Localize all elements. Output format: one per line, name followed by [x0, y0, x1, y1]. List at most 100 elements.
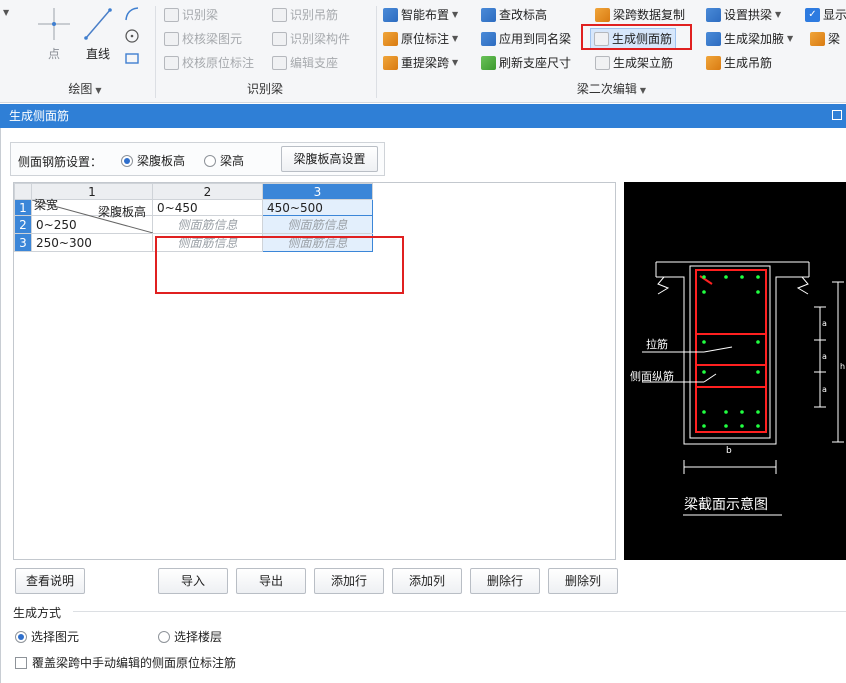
- row-header-3[interactable]: 3: [14, 233, 32, 252]
- set-arch-beam-icon: [706, 7, 721, 22]
- generate-hanger-button[interactable]: 生成吊筋: [706, 54, 772, 71]
- show-checkbox[interactable]: 显示: [805, 6, 846, 23]
- identify-beam-member-button[interactable]: 识别梁构件: [272, 30, 350, 47]
- dimension-a-label: a: [822, 352, 827, 361]
- radio-selected-icon: [15, 631, 27, 643]
- checkbox-unchecked-icon: [15, 657, 27, 669]
- column-header-row: 1 2 3: [14, 183, 373, 200]
- generate-haunch-button[interactable]: 生成梁加腋 ▼: [706, 30, 793, 47]
- add-column-button[interactable]: 添加列: [392, 568, 462, 594]
- point-label: 点: [47, 47, 60, 61]
- point-tool[interactable]: 点: [34, 6, 74, 66]
- chevron-down-icon: ▼: [787, 34, 794, 43]
- generate-haunch-icon: [706, 31, 721, 46]
- identify-group-label: 识别梁: [246, 82, 283, 96]
- line-tool[interactable]: 直线: [78, 6, 118, 66]
- smart-layout-icon: [383, 7, 398, 22]
- identify-hanger-button[interactable]: 识别吊筋: [272, 6, 338, 23]
- apply-same-name-icon: [481, 31, 496, 46]
- select-floor-radio[interactable]: 选择楼层: [158, 628, 222, 645]
- range-header-cell[interactable]: 0~450: [152, 199, 263, 216]
- beam-width-header-label: 梁宽: [34, 198, 59, 212]
- generate-side-rebar-highlight: [581, 24, 692, 50]
- generate-erection-rebar-icon: [595, 55, 610, 70]
- web-height-radio[interactable]: 梁腹板高: [121, 152, 185, 169]
- rectangle-icon[interactable]: [124, 50, 140, 66]
- beam-extra-button[interactable]: 梁: [810, 30, 840, 47]
- beam-extra-icon: [810, 31, 825, 46]
- ribbon-collapse-caret[interactable]: ▼: [3, 8, 9, 17]
- chevron-down-icon: ▼: [775, 10, 782, 19]
- apply-same-name-button[interactable]: 应用到同名梁: [481, 30, 571, 47]
- web-height-header-label: 梁腹板高: [97, 205, 146, 219]
- dimension-h-label: h: [840, 362, 846, 371]
- check-beam-element-button[interactable]: 校核梁图元: [164, 30, 242, 47]
- row-header-2[interactable]: 2: [14, 215, 32, 234]
- identify-hanger-icon: [272, 7, 287, 22]
- dialog-title: 生成侧面筋: [9, 109, 70, 123]
- chevron-down-icon: ▼: [452, 10, 459, 19]
- refresh-support-size-button[interactable]: 刷新支座尺寸: [481, 54, 571, 71]
- diagram-caption: 梁截面示意图: [684, 497, 768, 513]
- import-button[interactable]: 导入: [158, 568, 228, 594]
- identify-beam-group: 识别梁 识别吊筋 校核梁图元 识别梁构件 校核原位标注 编辑支座 识别梁: [156, 0, 374, 103]
- delete-row-button[interactable]: 删除行: [470, 568, 540, 594]
- web-height-settings-button[interactable]: 梁腹板高设置: [281, 146, 378, 172]
- edit-support-button[interactable]: 编辑支座: [272, 54, 338, 71]
- column-header-2[interactable]: 2: [152, 183, 263, 200]
- side-rebar-info-cell[interactable]: 侧面筋信息: [262, 215, 373, 234]
- check-original-annotation-button[interactable]: 校核原位标注: [164, 54, 254, 71]
- set-arch-beam-button[interactable]: 设置拱梁 ▼: [706, 6, 781, 23]
- dimension-a-label: a: [822, 385, 827, 394]
- minimize-icon[interactable]: [832, 110, 842, 120]
- settings-label: 侧面钢筋设置：: [18, 155, 103, 169]
- original-annotation-button[interactable]: 原位标注 ▼: [383, 30, 458, 47]
- view-help-button[interactable]: 查看说明: [15, 568, 85, 594]
- delete-column-button[interactable]: 删除列: [548, 568, 618, 594]
- span-data-copy-button[interactable]: 梁跨数据复制: [595, 6, 685, 23]
- radio-selected-icon: [121, 155, 133, 167]
- export-button[interactable]: 导出: [236, 568, 306, 594]
- add-row-button[interactable]: 添加行: [314, 568, 384, 594]
- chevron-down-icon: ▼: [452, 34, 459, 43]
- diagonal-header-cell[interactable]: 梁腹板高 梁宽: [31, 198, 153, 233]
- line-label: 直线: [85, 47, 110, 61]
- re-extract-span-icon: [383, 55, 398, 70]
- ribbon-toolbar: ▼ 点 直线 绘图 ▼ 识别梁 识别吊筋 校核梁图元 识别梁构件 校核原位标注 …: [0, 0, 846, 103]
- generation-mode-divider: [73, 611, 846, 612]
- side-longitudinal-bar-label: 侧面纵筋: [630, 370, 674, 383]
- range-header-cell[interactable]: 450~500: [262, 199, 373, 216]
- identify-beam-button[interactable]: 识别梁: [164, 6, 218, 23]
- point-icon: [38, 8, 70, 40]
- draw-group-label[interactable]: 绘图 ▼: [20, 80, 150, 97]
- re-extract-span-button[interactable]: 重提梁跨 ▼: [383, 54, 458, 71]
- corner-cell: [14, 183, 32, 200]
- smart-layout-button[interactable]: 智能布置 ▼: [383, 6, 458, 23]
- row-header-1[interactable]: 1: [14, 199, 32, 216]
- beam-width-range-cell[interactable]: 250~300: [31, 233, 153, 252]
- side-rebar-info-cell[interactable]: 侧面筋信息: [152, 215, 263, 234]
- chevron-down-icon: ▼: [452, 58, 459, 67]
- checkbox-checked-icon: [805, 7, 820, 22]
- table-row: 1 梁腹板高 梁宽 0~450 450~500: [14, 198, 373, 233]
- radio-unselected-icon: [204, 155, 216, 167]
- generate-hanger-icon: [706, 55, 721, 70]
- select-element-radio[interactable]: 选择图元: [15, 628, 79, 645]
- line-icon: [84, 8, 112, 40]
- original-annotation-icon: [383, 31, 398, 46]
- check-elevation-button[interactable]: 查改标高: [481, 6, 547, 23]
- generation-mode-label: 生成方式: [13, 606, 62, 620]
- arc-icon[interactable]: [124, 6, 140, 22]
- beam-height-radio[interactable]: 梁高: [204, 152, 244, 169]
- circle-icon[interactable]: [124, 28, 140, 44]
- column-header-3[interactable]: 3: [262, 183, 373, 200]
- overwrite-manual-annotation-checkbox[interactable]: 覆盖梁跨中手动编辑的侧面原位标注筋: [15, 654, 236, 671]
- dimension-a-label: a: [822, 319, 827, 328]
- identify-beam-icon: [164, 7, 179, 22]
- width-dimension-label: b: [726, 446, 732, 456]
- check-elevation-icon: [481, 7, 496, 22]
- beam-secondary-edit-group: 智能布置▼ 查改标高 梁跨数据复制 设置拱梁▼ 显示 原位标注▼ 应用到同名梁 …: [377, 0, 846, 103]
- secondary-edit-group-label[interactable]: 梁二次编辑 ▼: [377, 80, 846, 97]
- check-beam-element-icon: [164, 31, 179, 46]
- generate-erection-rebar-button[interactable]: 生成架立筋: [595, 54, 673, 71]
